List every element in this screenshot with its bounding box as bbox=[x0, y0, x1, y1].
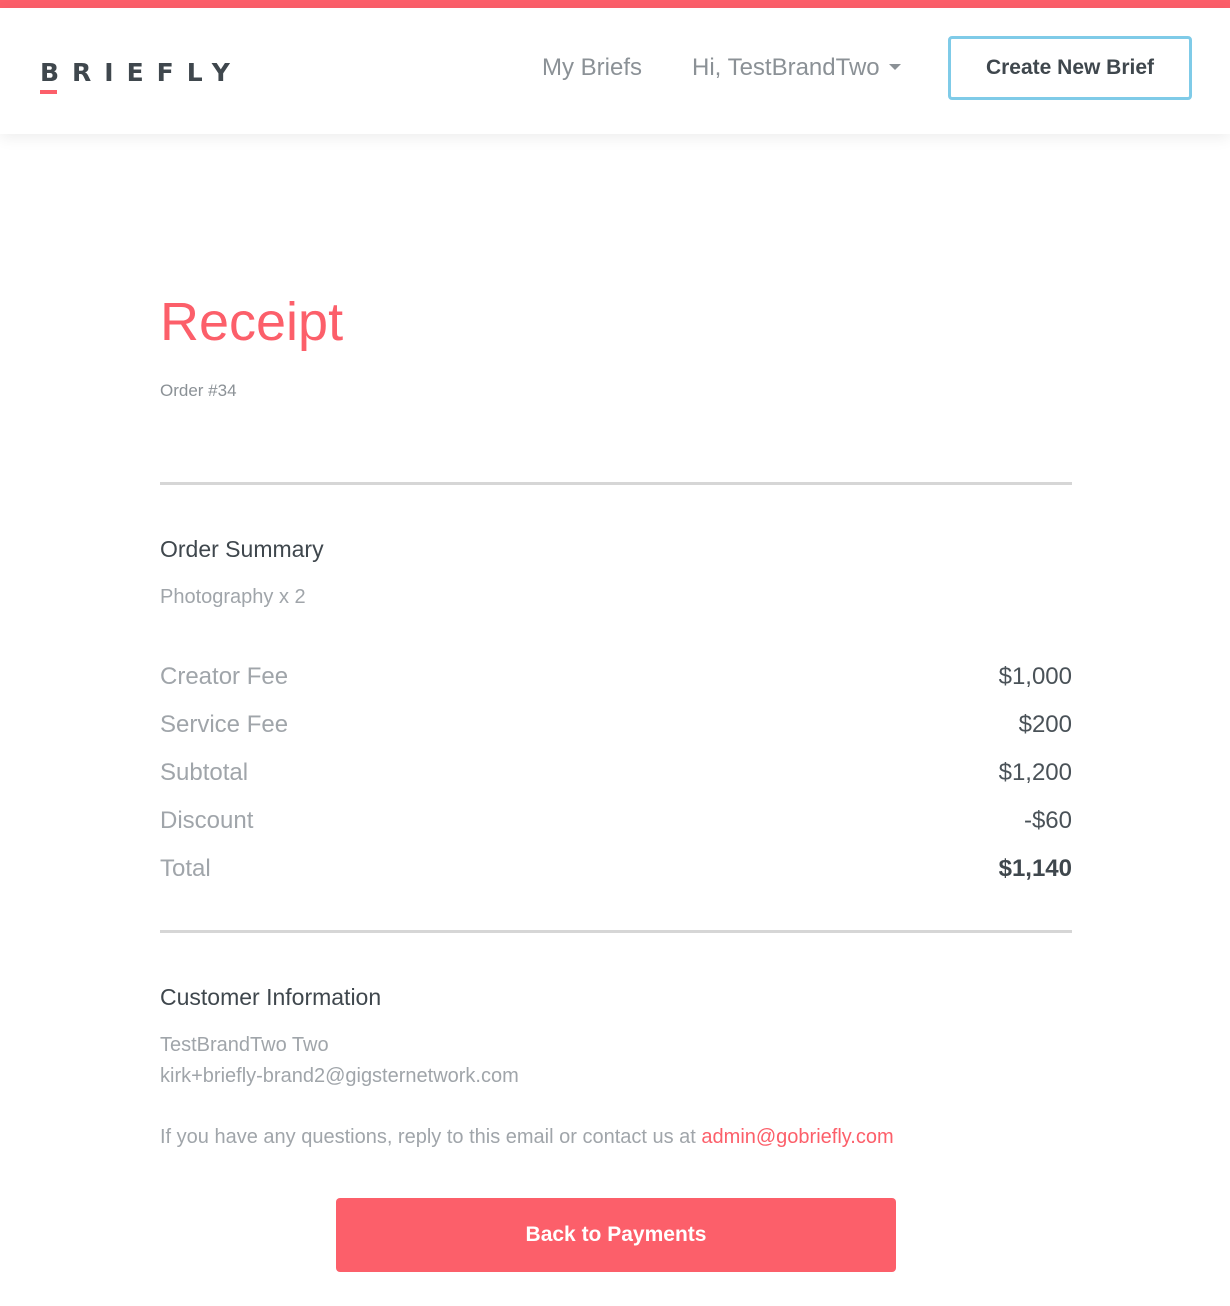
customer-name: TestBrandTwo Two bbox=[160, 1034, 329, 1056]
contact-line: If you have any questions, reply to this… bbox=[160, 1123, 894, 1151]
line-item-label: Total bbox=[160, 855, 211, 882]
line-item-value: $1,000 bbox=[998, 663, 1072, 690]
customer-email: kirk+briefly-brand2@gigsternetwork.com bbox=[160, 1065, 519, 1087]
line-item-label: Discount bbox=[160, 807, 254, 834]
caret-down-icon bbox=[888, 63, 901, 70]
create-new-brief-button[interactable]: Create New Brief bbox=[948, 36, 1192, 100]
line-item-label: Creator Fee bbox=[160, 663, 289, 690]
line-item-value: $200 bbox=[1018, 711, 1072, 738]
contact-email-link[interactable]: admin@gobriefly.com bbox=[701, 1126, 893, 1148]
nav-my-briefs-link[interactable]: My Briefs bbox=[542, 54, 642, 82]
line-item-value: -$60 bbox=[1023, 807, 1072, 834]
logo-underline bbox=[40, 90, 57, 94]
product-line: Photography x 2 bbox=[160, 586, 306, 608]
logo[interactable]: BRIEFLY bbox=[40, 58, 243, 88]
line-item-value: $1,200 bbox=[998, 759, 1072, 786]
line-item-label: Service Fee bbox=[160, 711, 289, 738]
order-summary-heading: Order Summary bbox=[160, 536, 324, 562]
contact-text: If you have any questions, reply to this… bbox=[160, 1126, 702, 1148]
line-item-label: Subtotal bbox=[160, 759, 249, 786]
back-to-payments-button[interactable]: Back to Payments bbox=[336, 1198, 896, 1272]
order-number: Order #34 bbox=[160, 381, 237, 400]
header: BRIEFLY My Briefs Hi, TestBrandTwo Creat… bbox=[0, 8, 1230, 134]
line-item-creator-fee: Creator Fee $1,000 bbox=[160, 658, 1072, 706]
line-item-service-fee: Service Fee $200 bbox=[160, 706, 1072, 754]
line-item-discount: Discount -$60 bbox=[160, 802, 1072, 850]
line-items: Creator Fee $1,000 Service Fee $200 Subt… bbox=[160, 658, 1072, 898]
user-greeting: Hi, TestBrandTwo bbox=[692, 54, 880, 81]
line-item-total: Total $1,140 bbox=[160, 850, 1072, 898]
page-title: Receipt bbox=[160, 292, 344, 352]
line-item-value: $1,140 bbox=[998, 855, 1072, 882]
top-accent-bar bbox=[0, 0, 1230, 8]
user-menu-dropdown[interactable]: Hi, TestBrandTwo bbox=[692, 54, 901, 82]
divider bbox=[160, 930, 1072, 933]
customer-information-heading: Customer Information bbox=[160, 984, 382, 1010]
divider bbox=[160, 482, 1072, 485]
line-item-subtotal: Subtotal $1,200 bbox=[160, 754, 1072, 802]
